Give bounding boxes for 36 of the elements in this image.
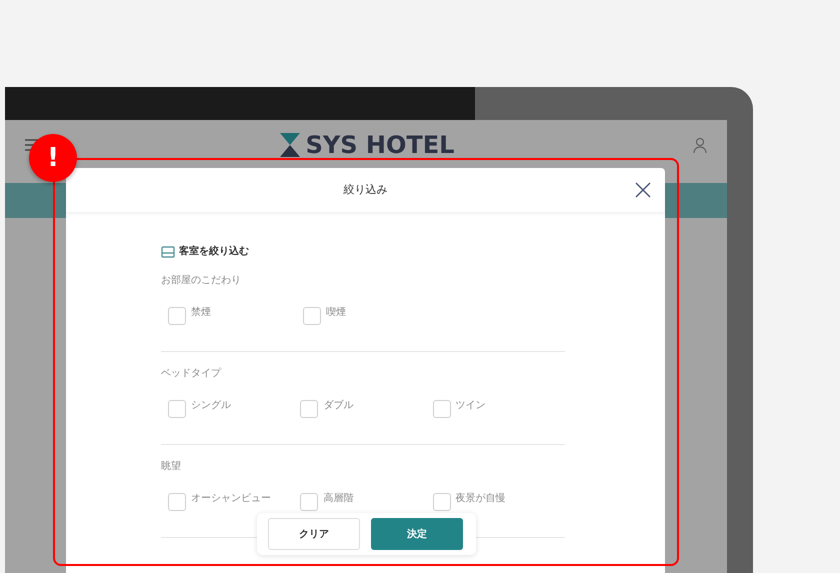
option-label: ダブル — [323, 401, 354, 411]
checkbox-option[interactable]: 喫煙 — [303, 307, 438, 325]
group-label: 眺望 — [161, 460, 182, 474]
checkbox[interactable] — [432, 400, 451, 418]
checkbox[interactable] — [303, 307, 321, 325]
option-label: 夜景が自慢 — [456, 494, 506, 504]
user-icon[interactable] — [692, 137, 707, 153]
checkbox[interactable] — [168, 493, 186, 511]
apply-button[interactable]: 決定 — [371, 518, 463, 550]
checkbox[interactable] — [432, 493, 451, 511]
clear-button[interactable]: クリア — [268, 518, 360, 550]
option-label: ツイン — [456, 401, 486, 411]
option-label: 高層階 — [323, 494, 354, 504]
option-label: シングル — [191, 401, 231, 411]
option-label: オーシャンビュー — [191, 494, 271, 504]
checkbox[interactable] — [300, 493, 318, 511]
checkbox-option[interactable]: シングル — [168, 400, 300, 418]
checkbox[interactable] — [300, 400, 318, 418]
option-label: 禁煙 — [191, 308, 211, 318]
checkbox-option[interactable]: ダブル — [300, 400, 433, 418]
checkbox-option[interactable]: 高層階 — [300, 493, 433, 511]
option-label: 喫煙 — [326, 308, 346, 318]
group-label: ベッドタイプ — [161, 366, 222, 381]
checkbox[interactable] — [168, 307, 186, 325]
logo-icon — [280, 133, 300, 157]
checkbox[interactable] — [168, 400, 186, 418]
section-title: 客室を絞り込む — [179, 244, 249, 259]
modal-title: 絞り込み — [344, 182, 388, 198]
checkbox-option[interactable]: 夜景が自慢 — [432, 493, 565, 511]
bed-icon — [161, 246, 175, 258]
checkbox-option[interactable]: オーシャンビュー — [168, 493, 300, 511]
logo-text: SYS HOTEL — [306, 133, 454, 157]
checkbox-option[interactable]: 禁煙 — [168, 307, 303, 325]
group-label: お部屋のこだわり — [161, 274, 242, 288]
close-button[interactable] — [635, 182, 651, 198]
checkbox-option[interactable]: ツイン — [432, 400, 565, 418]
